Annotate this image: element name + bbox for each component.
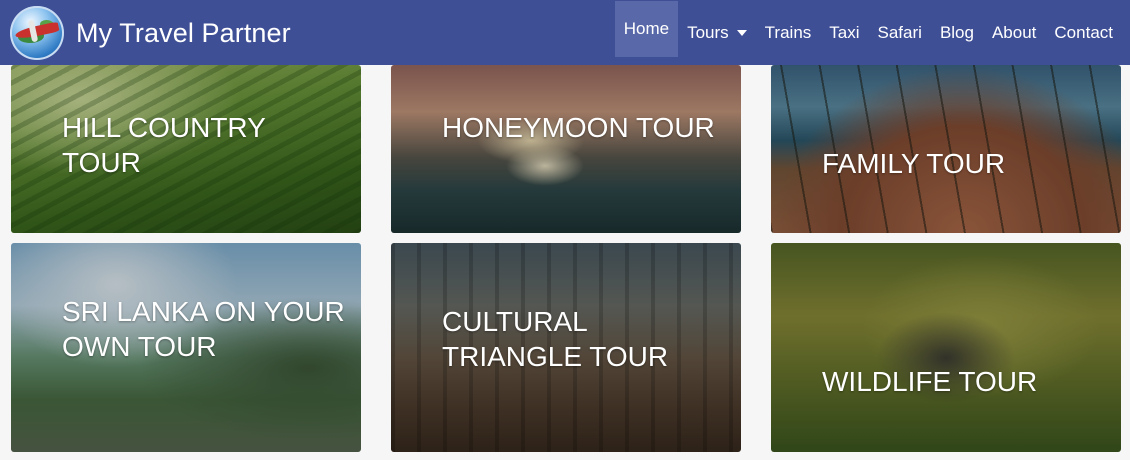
nav-item-blog: Blog: [931, 0, 983, 65]
tour-card-hill-country[interactable]: HILL COUNTRY TOUR: [11, 65, 361, 233]
nav-item-trains: Trains: [756, 0, 821, 65]
globe-airplane-logo-icon: [10, 6, 64, 60]
nav-label-tours: Tours: [687, 22, 729, 42]
tour-card-sri-lanka-on-your-own[interactable]: SRI LANKA ON YOUR OWN TOUR: [11, 243, 361, 452]
tour-card-title: HONEYMOON TOUR: [442, 112, 715, 143]
nav-link-about[interactable]: About: [983, 0, 1045, 65]
nav-item-tours: Tours: [678, 0, 756, 65]
tour-card-title: CULTURAL TRIANGLE TOUR: [442, 306, 669, 372]
tour-card-title: FAMILY TOUR: [822, 148, 1006, 179]
tour-card-honeymoon[interactable]: HONEYMOON TOUR: [391, 65, 741, 233]
tour-card-title: SRI LANKA ON YOUR OWN TOUR: [62, 296, 345, 362]
nav-link-home[interactable]: Home: [615, 1, 678, 57]
nav-link-taxi[interactable]: Taxi: [820, 0, 868, 65]
nav-item-about: About: [983, 0, 1045, 65]
nav-item-home: Home: [614, 1, 679, 57]
tour-card-cultural-triangle[interactable]: CULTURAL TRIANGLE TOUR: [391, 243, 741, 452]
nav-item-safari: Safari: [869, 0, 931, 65]
nav-link-blog[interactable]: Blog: [931, 0, 983, 65]
brand-name: My Travel Partner: [76, 17, 291, 48]
nav-item-taxi: Taxi: [820, 0, 868, 65]
tour-card-title: HILL COUNTRY TOUR: [62, 112, 266, 178]
caret-down-icon: [736, 29, 747, 36]
nav-item-contact: Contact: [1045, 0, 1122, 65]
tour-card-wildlife[interactable]: WILDLIFE TOUR: [771, 243, 1121, 452]
navbar: My Travel Partner Home Tours Trains Taxi…: [0, 0, 1130, 65]
main-nav: Home Tours Trains Taxi Safari Blog About…: [614, 0, 1122, 65]
brand-link[interactable]: My Travel Partner: [10, 5, 291, 61]
tour-card-title: WILDLIFE TOUR: [822, 366, 1038, 397]
nav-link-trains[interactable]: Trains: [756, 0, 821, 65]
nav-link-contact[interactable]: Contact: [1045, 0, 1122, 65]
nav-link-safari[interactable]: Safari: [869, 0, 931, 65]
nav-link-tours[interactable]: Tours: [678, 0, 756, 65]
tour-card-family[interactable]: FAMILY TOUR: [771, 65, 1121, 233]
